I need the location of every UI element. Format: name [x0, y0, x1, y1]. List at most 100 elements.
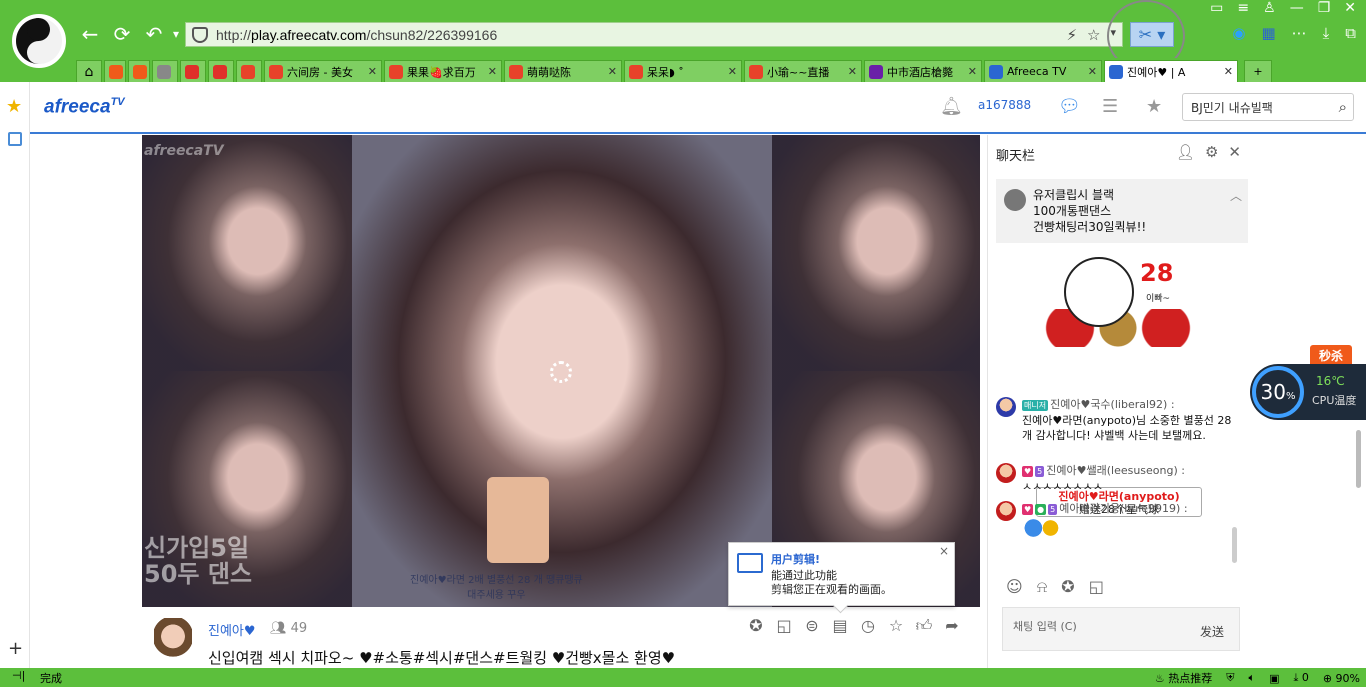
cpu-monitor-widget[interactable]: 30% 16℃ CPU温度 [1250, 364, 1366, 420]
restore-icon[interactable]: ❐ [1318, 0, 1331, 16]
user-clip-icon[interactable]: ▤ [830, 616, 850, 636]
reload-icon[interactable]: ⟳ [110, 22, 134, 46]
home-icon[interactable]: ⌂ [76, 60, 102, 82]
star-balloon-icon[interactable]: ✪ [746, 616, 766, 636]
bj-name[interactable]: 진예아♥ [208, 620, 256, 639]
like-icon[interactable]: 👍︎ [914, 616, 934, 636]
tab-close-icon[interactable]: ✕ [368, 65, 377, 78]
chat-scrollbar[interactable] [1232, 527, 1237, 563]
chat-bubble-icon[interactable]: 💬︎ [1058, 96, 1081, 117]
minimize-icon[interactable]: — [1290, 0, 1304, 16]
browser-tab[interactable]: 呆呆◗ ˚ ✕ [624, 60, 742, 82]
video-overlay-text: 신가입5일 50두 댄스 [144, 534, 252, 588]
taobao-icon [109, 64, 123, 79]
gear-icon [157, 64, 171, 79]
skin-icon[interactable]: ♙ [1263, 0, 1276, 16]
search-icon[interactable]: ⌕ [1339, 98, 1347, 116]
url-text[interactable]: http://play.afreecatv.com/chsun82/226399… [216, 27, 497, 43]
emoticon-sticker [1022, 517, 1060, 539]
tab-close-icon[interactable]: ✕ [848, 65, 857, 78]
popup-close-icon[interactable]: × [939, 544, 949, 558]
bj-avatar[interactable] [154, 618, 192, 664]
browser-tab[interactable]: 果果🍓求百万 ✕ [384, 60, 502, 82]
download-icon[interactable]: ⤓ [1323, 24, 1330, 42]
favorites-star-icon[interactable]: ★ [6, 96, 22, 117]
page-scrollbar[interactable] [1356, 430, 1361, 488]
screenshot-icon[interactable]: ▣ [1269, 672, 1279, 685]
shield-status-icon[interactable]: ⛨ [1226, 671, 1234, 685]
tab-close-icon[interactable]: ✕ [968, 65, 977, 78]
tab-close-icon[interactable]: ✕ [1088, 65, 1097, 78]
browser-tab[interactable] [128, 60, 150, 82]
back-icon[interactable]: ← [78, 22, 102, 46]
megaphone-icon [1004, 189, 1026, 211]
toolbox-icon[interactable]: ⧉ [1345, 24, 1356, 42]
assistant-icon[interactable]: ◉ [1232, 24, 1245, 42]
browser-tab[interactable] [152, 60, 178, 82]
mini-view-icon[interactable]: ▭ [1210, 0, 1223, 16]
address-bar[interactable]: http://play.afreecatv.com/chsun82/226399… [185, 22, 1123, 47]
hamburger-menu-icon[interactable]: ☰ [1102, 96, 1118, 117]
search-input[interactable]: BJ민기 내슈빌팩 ⌕ [1182, 93, 1354, 121]
browser-tab[interactable]: 萌萌哒陈 ✕ [504, 60, 622, 82]
close-window-icon[interactable]: ✕ [1344, 0, 1356, 16]
browser-tab[interactable]: 中市酒店槍斃 ✕ [864, 60, 982, 82]
tab-label: 六间房 - 美女 [287, 65, 353, 79]
zoom-level[interactable]: ⊕ 90% [1323, 672, 1360, 685]
status-text: 完成 [40, 672, 62, 685]
site-header: afreecaTV 🔔︎ a167888 💬︎ ☰ ★ BJ민기 내슈빌팩 ⌕ [30, 82, 1366, 134]
sidebar-add-icon[interactable]: + [8, 638, 23, 659]
film-icon [737, 553, 763, 573]
browser-tab[interactable]: 小瑜~~直播 ✕ [744, 60, 862, 82]
lightning-icon[interactable]: ⚡ [1066, 26, 1077, 44]
chevron-up-icon[interactable]: ︿ [1230, 187, 1242, 204]
chat-user-list-icon[interactable]: 👤︎ [1176, 143, 1195, 161]
bookmark-star-icon[interactable]: ☆ [1087, 26, 1100, 44]
history-icon[interactable]: ◷ [858, 616, 878, 636]
sidebar-toggle-icon[interactable]: ⊣| [12, 669, 25, 682]
chat-close-icon[interactable]: ✕ [1228, 143, 1241, 161]
notification-bell-icon[interactable]: 🔔︎ [940, 96, 963, 117]
browser-logo[interactable] [12, 14, 66, 68]
sidebar-window-icon[interactable] [8, 132, 22, 146]
six-icon [241, 64, 255, 79]
afreeca-icon [1109, 64, 1123, 79]
tab-close-icon[interactable]: ✕ [608, 65, 617, 78]
share-icon[interactable]: ➦ [942, 616, 962, 636]
favorite-star-icon[interactable]: ★ [1146, 96, 1162, 117]
browser-tab[interactable] [180, 60, 206, 82]
chat-settings-gear-icon[interactable]: ⚙ [1205, 143, 1218, 161]
tab-close-icon[interactable]: ✕ [1224, 65, 1233, 78]
chat-send-button[interactable]: 发送 [1200, 623, 1224, 640]
browser-tab[interactable] [208, 60, 234, 82]
user-id-menu[interactable]: a167888 [978, 98, 1031, 112]
download-status-icon[interactable]: ⤓ 0 [1293, 671, 1308, 685]
tab-close-icon[interactable]: ✕ [728, 65, 737, 78]
loading-spinner [550, 361, 572, 383]
browser-tab[interactable]: 六间房 - 美女 ✕ [264, 60, 382, 82]
volume-icon[interactable]: 🔈︎ [1248, 671, 1255, 685]
browser-tab[interactable]: 진예아♥ | A ✕ [1104, 60, 1238, 82]
six-icon [629, 64, 643, 79]
menu-icon[interactable]: ≡ [1237, 0, 1249, 16]
video-sticker [487, 477, 549, 563]
tab-close-icon[interactable]: ✕ [488, 65, 497, 78]
emoji-icon[interactable]: ☺ [1006, 577, 1023, 597]
browser-tab[interactable] [104, 60, 126, 82]
site-logo[interactable]: afreecaTV [44, 96, 125, 118]
sticker-icon[interactable]: ◱ [774, 616, 794, 636]
more-icon[interactable]: ⋯ [1292, 24, 1307, 42]
gift-icon[interactable]: ⊜ [802, 616, 822, 636]
video-player[interactable]: afreecaTV 신가입5일 50두 댄스 진예아♥라면 2배 별풍선 28 … [142, 135, 980, 607]
balloon-icon[interactable]: ✪ [1061, 577, 1074, 597]
favorite-icon[interactable]: ☆ [886, 616, 906, 636]
weibo-icon [213, 64, 227, 79]
undo-icon[interactable]: ↶ [142, 22, 166, 46]
hot-recommend-link[interactable]: ♨ 热点推荐 [1155, 670, 1212, 686]
calculator-icon[interactable]: ▦ [1261, 24, 1275, 42]
browser-tab[interactable]: Afreeca TV ✕ [984, 60, 1102, 82]
new-tab-icon[interactable]: + [1244, 60, 1272, 82]
sticker-box-icon[interactable]: ◱ [1089, 577, 1104, 597]
bell-alert-icon[interactable]: ⍾ [1037, 577, 1048, 597]
browser-tab[interactable] [236, 60, 262, 82]
